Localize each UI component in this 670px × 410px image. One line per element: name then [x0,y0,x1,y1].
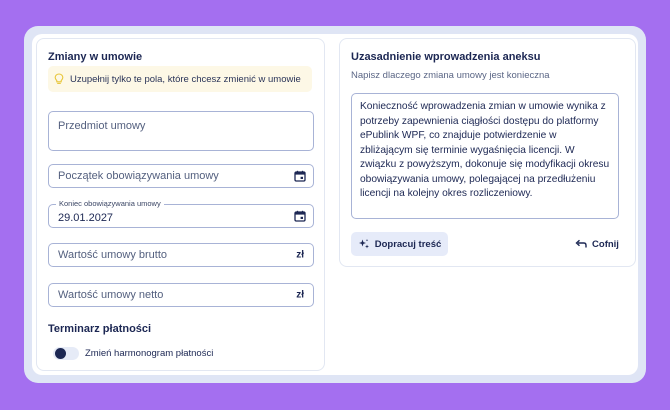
calendar-icon[interactable] [294,210,306,222]
currency-suffix: zł [296,249,304,261]
net-value-placeholder: Wartość umowy netto [58,289,164,301]
undo-button[interactable]: Cofnij [572,232,622,256]
justification-title: Uzasadnienie wprowadzenia aneksu [351,51,541,63]
gross-value-input[interactable]: Wartość umowy brutto zł [48,243,314,267]
undo-icon [575,239,587,249]
sparkle-icon [358,238,370,250]
improve-text-label: Dopracuj treść [374,238,442,250]
app-frame: Zmiany w umowie Uzupełnij tylko te pola,… [24,26,646,383]
undo-label: Cofnij [592,238,619,250]
calendar-icon[interactable] [294,170,306,182]
hint-banner: Uzupełnij tylko te pola, które chcesz zm… [48,66,312,92]
end-date-label: Koniec obowiązywania umowy [56,199,164,208]
schedule-toggle-label: Zmień harmonogram płatności [85,348,214,359]
subject-placeholder: Przedmiot umowy [58,120,146,132]
justification-textarea[interactable]: Konieczność wprowadzenia zmian w umowie … [351,93,619,219]
lightbulb-icon [48,73,70,85]
justification-subtitle: Napisz dlaczego zmiana umowy jest koniec… [351,70,550,81]
start-date-placeholder: Początek obowiązywania umowy [58,170,219,182]
justification-card: Uzasadnienie wprowadzenia aneksu Napisz … [339,38,636,267]
form-canvas: Zmiany w umowie Uzupełnij tylko te pola,… [32,34,638,375]
end-date-input[interactable]: Koniec obowiązywania umowy 29.01.2027 [48,199,314,228]
improve-text-button[interactable]: Dopracuj treść [351,232,448,256]
start-date-input[interactable]: Początek obowiązywania umowy [48,164,314,188]
currency-suffix: zł [296,289,304,301]
gross-value-placeholder: Wartość umowy brutto [58,249,168,261]
schedule-toggle[interactable] [53,347,79,360]
end-date-value: 29.01.2027 [58,212,114,224]
contract-changes-card: Zmiany w umowie Uzupełnij tylko te pola,… [36,38,325,371]
payment-schedule-title: Terminarz płatności [48,323,152,335]
hint-text: Uzupełnij tylko te pola, które chcesz zm… [70,73,301,85]
toggle-knob [55,348,66,359]
contract-changes-title: Zmiany w umowie [48,51,143,63]
net-value-input[interactable]: Wartość umowy netto zł [48,283,314,307]
subject-input[interactable]: Przedmiot umowy [48,111,314,151]
